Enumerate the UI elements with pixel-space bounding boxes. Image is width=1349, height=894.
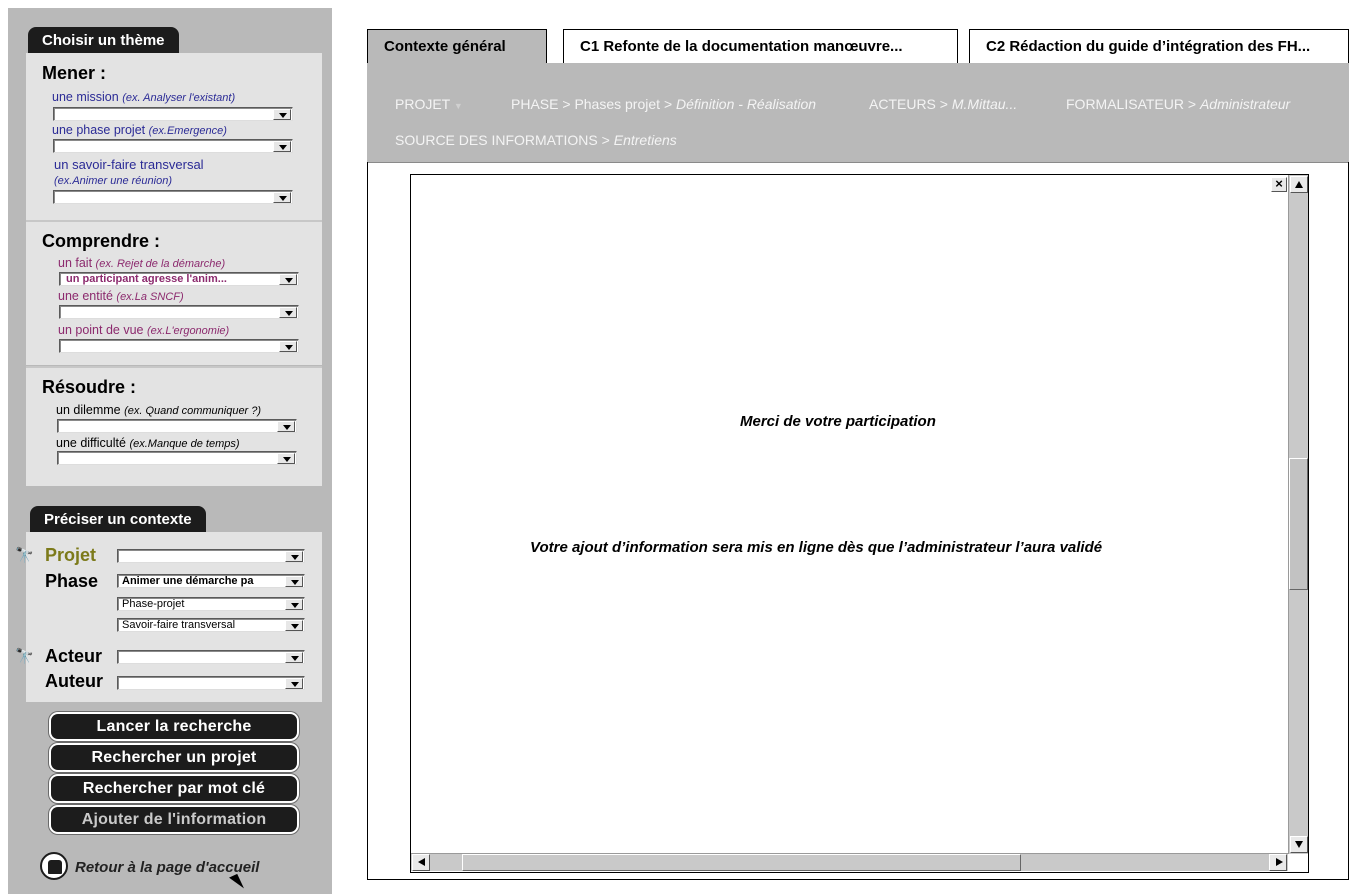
chevron-down-icon[interactable] — [273, 141, 291, 152]
crumb-source[interactable]: SOURCE DES INFORMATIONS > Entretiens — [395, 132, 677, 148]
savoir-label: un savoir-faire transversal — [54, 157, 204, 172]
crumb-projet[interactable]: PROJET ▼ — [395, 96, 463, 112]
search-button[interactable]: Lancer la recherche — [51, 714, 297, 739]
acteur-label: Acteur — [45, 646, 103, 666]
phase-context-label: Phase — [45, 571, 99, 591]
acteur-select[interactable] — [117, 650, 305, 664]
chevron-down-icon[interactable] — [285, 620, 303, 631]
thanks-message: Merci de votre participation — [740, 413, 936, 430]
auteur-select[interactable] — [117, 676, 305, 690]
horizontal-scroll-thumb[interactable] — [462, 854, 1021, 871]
context-bar — [367, 63, 1349, 163]
scroll-down-icon[interactable] — [1290, 836, 1308, 853]
pdv-select[interactable] — [59, 339, 299, 353]
projet-label: Projet — [45, 545, 97, 565]
projet-select[interactable] — [117, 549, 305, 563]
phase-context-value: Animer une démarche pa — [122, 575, 254, 587]
chevron-down-icon[interactable] — [277, 421, 295, 432]
fait-select[interactable]: un participant agresse l'anim... — [59, 272, 299, 286]
phase-sub2-value: Savoir-faire transversal — [122, 619, 236, 631]
add-info-button[interactable]: Ajouter de l'information — [51, 807, 297, 832]
tab-c2[interactable]: C2 Rédaction du guide d’intégration des … — [969, 29, 1349, 64]
fait-value: un participant agresse l'anim... — [66, 273, 227, 285]
mener-title: Mener : — [42, 63, 107, 83]
chevron-down-icon[interactable] — [285, 599, 303, 610]
chevron-down-icon[interactable] — [279, 274, 297, 285]
phase-sub1-value: Phase-projet — [122, 598, 185, 610]
scroll-right-icon[interactable] — [1269, 854, 1287, 871]
chevron-down-icon[interactable] — [273, 192, 291, 203]
crumb-formalisateur[interactable]: FORMALISATEUR > Administrateur — [1066, 96, 1290, 112]
chevron-down-icon[interactable] — [285, 652, 303, 663]
fait-label: un fait (ex. Rejet de la démarche) — [58, 256, 226, 270]
chevron-down-icon[interactable] — [279, 341, 297, 352]
difficulte-label: une difficulté (ex.Manque de temps) — [56, 436, 240, 450]
binoculars-icon[interactable]: 🔭 — [15, 546, 34, 564]
phase-select[interactable] — [53, 139, 293, 153]
tab-c1[interactable]: C1 Refonte de la documentation manœuvre.… — [563, 29, 958, 64]
themes-tab: Choisir un thème — [28, 27, 179, 54]
phase-sub1-select[interactable]: Phase-projet — [117, 597, 305, 611]
home-link[interactable]: Retour à la page d'accueil — [75, 859, 259, 876]
chevron-down-icon[interactable] — [285, 576, 303, 587]
chevron-down-icon[interactable] — [285, 551, 303, 562]
auteur-label: Auteur — [45, 671, 103, 691]
phase-label: une phase projet (ex.Emergence) — [52, 123, 227, 137]
mission-label: une mission (ex. Analyser l'existant) — [52, 90, 236, 104]
chevron-down-icon[interactable] — [279, 307, 297, 318]
chevron-down-icon[interactable] — [273, 109, 291, 120]
close-icon[interactable]: × — [1271, 177, 1287, 192]
home-icon[interactable] — [40, 852, 68, 880]
dilemme-label: un dilemme (ex. Quand communiquer ?) — [56, 403, 262, 417]
tab-contexte-general[interactable]: Contexte général — [367, 29, 547, 64]
context-tab: Préciser un contexte — [30, 506, 206, 533]
difficulte-select[interactable] — [57, 451, 297, 465]
savoir-select[interactable] — [53, 190, 293, 204]
phase-context-select[interactable]: Animer une démarche pa — [117, 574, 305, 588]
phase-sub2-select[interactable]: Savoir-faire transversal — [117, 618, 305, 632]
chevron-down-icon[interactable] — [285, 678, 303, 689]
chevron-down-icon[interactable] — [277, 453, 295, 464]
pdv-label: un point de vue (ex.L'ergonomie) — [58, 323, 230, 337]
binoculars-icon[interactable]: 🔭 — [15, 647, 34, 665]
mission-select[interactable] — [53, 107, 293, 121]
crumb-acteurs[interactable]: ACTEURS > M.Mittau... — [869, 96, 1017, 112]
scroll-up-icon[interactable] — [1290, 176, 1308, 193]
app-root: Choisir un thème Mener : une mission (ex… — [0, 0, 1349, 894]
search-keyword-button[interactable]: Rechercher par mot clé — [51, 776, 297, 801]
dilemme-select[interactable] — [57, 419, 297, 433]
chevron-down-icon: ▼ — [453, 101, 463, 111]
resoudre-title: Résoudre : — [42, 377, 137, 397]
scroll-left-icon[interactable] — [412, 854, 430, 871]
search-project-button[interactable]: Rechercher un projet — [51, 745, 297, 770]
entite-select[interactable] — [59, 305, 299, 319]
entite-label: une entité (ex.La SNCF) — [58, 289, 184, 303]
crumb-phase[interactable]: PHASE > Phases projet > Définition - Réa… — [511, 96, 816, 112]
vertical-scroll-thumb[interactable] — [1289, 458, 1308, 590]
notice-message: Votre ajout d’information sera mis en li… — [530, 539, 1103, 556]
message-panel — [410, 174, 1309, 873]
savoir-example: (ex.Animer une réunion) — [54, 175, 173, 187]
comprendre-title: Comprendre : — [42, 231, 161, 251]
